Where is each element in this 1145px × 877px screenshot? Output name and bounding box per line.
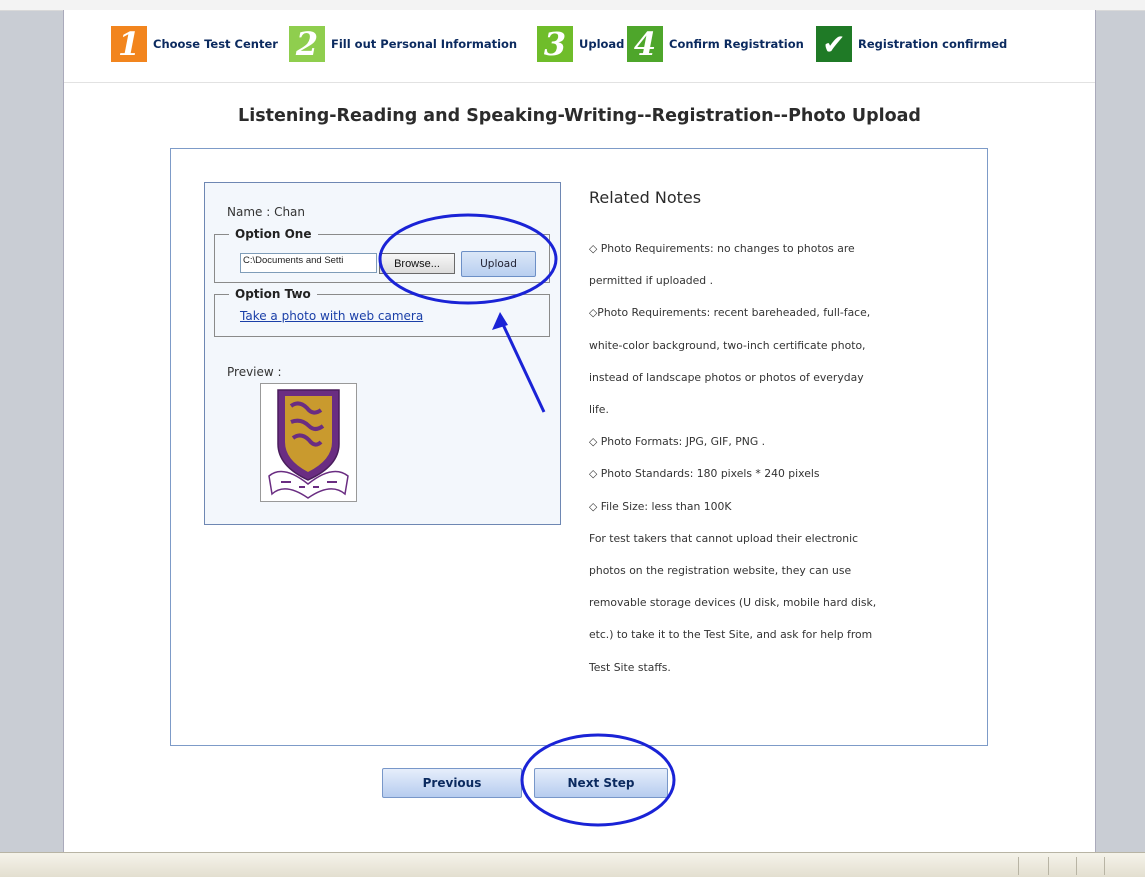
web-camera-link[interactable]: Take a photo with web camera (240, 309, 423, 323)
option-two-legend: Option Two (235, 287, 311, 301)
upload-panel: Name : Chan Option One C:\Documents and … (170, 148, 988, 746)
step-registration-confirmed: ✔ Registration confirmed (816, 26, 1007, 62)
step-upload: 3 Upload (537, 25, 625, 63)
status-divider (1076, 857, 1077, 875)
step-number-2: 2 (289, 25, 325, 63)
note-line: etc.) to take it to the Test Site, and a… (589, 628, 873, 642)
progress-steps: 1 Choose Test Center 2 Fill out Personal… (64, 10, 1095, 83)
note-line: instead of landscape photos or photos of… (589, 370, 864, 384)
step-label: Choose Test Center (153, 37, 278, 51)
note-line: ◇ File Size: less than 100K (589, 499, 732, 513)
note-line: life. (589, 403, 609, 417)
step-number-4: 4 (627, 25, 663, 63)
checkmark-icon: ✔ (816, 26, 852, 62)
previous-button[interactable]: Previous (382, 768, 522, 798)
step-label: Fill out Personal Information (331, 37, 518, 51)
note-line: ◇ Photo Formats: JPG, GIF, PNG . (589, 435, 766, 449)
next-step-button[interactable]: Next Step (534, 768, 668, 798)
note-line: ◇ Photo Standards: 180 pixels * 240 pixe… (589, 467, 820, 481)
note-line: ◇ Photo Requirements: no changes to phot… (589, 242, 855, 255)
browse-button[interactable]: Browse... (379, 253, 455, 274)
note-line: For test takers that cannot upload their… (589, 531, 859, 545)
university-crest-image (268, 389, 349, 499)
status-divider (1048, 857, 1049, 875)
option-one-legend: Option One (235, 227, 312, 241)
upload-button[interactable]: Upload (461, 251, 536, 277)
browser-status-bar (0, 852, 1145, 877)
step-number-3: 3 (537, 25, 573, 63)
candidate-name: Name : Chan (227, 205, 306, 219)
step-label: Registration confirmed (858, 37, 1008, 51)
photo-upload-form: Name : Chan Option One C:\Documents and … (204, 182, 561, 525)
registration-page: 1 Choose Test Center 2 Fill out Personal… (63, 10, 1096, 852)
option-two-group: Option Two Take a photo with web camera (214, 287, 550, 337)
step-number-1: 1 (111, 25, 147, 63)
step-label: Confirm Registration (669, 37, 804, 51)
note-line: permitted if uploaded . (589, 274, 714, 288)
status-divider (1018, 857, 1019, 875)
file-path-input[interactable]: C:\Documents and Setti (240, 253, 377, 273)
related-notes-title: Related Notes (589, 188, 702, 207)
option-one-group: Option One C:\Documents and Setti Browse… (214, 227, 550, 283)
step-personal-information: 2 Fill out Personal Information (289, 25, 518, 63)
note-line: ◇Photo Requirements: recent bareheaded, … (589, 306, 871, 320)
note-line: Test Site staffs. (589, 660, 671, 674)
status-divider (1104, 857, 1105, 875)
step-label: Upload (579, 37, 625, 51)
preview-label: Preview : (227, 365, 282, 379)
related-notes: Related Notes ◇ Photo Requirements: no c… (589, 182, 954, 684)
note-line: photos on the registration website, they… (589, 564, 852, 578)
note-line: removable storage devices (U disk, mobil… (589, 596, 877, 610)
photo-preview (260, 383, 357, 502)
step-choose-test-center: 1 Choose Test Center (111, 25, 278, 63)
step-confirm-registration: 4 Confirm Registration (627, 25, 804, 63)
note-line: white-color background, two-inch certifi… (589, 338, 866, 352)
page-title: Listening-Reading and Speaking-Writing--… (238, 106, 921, 126)
